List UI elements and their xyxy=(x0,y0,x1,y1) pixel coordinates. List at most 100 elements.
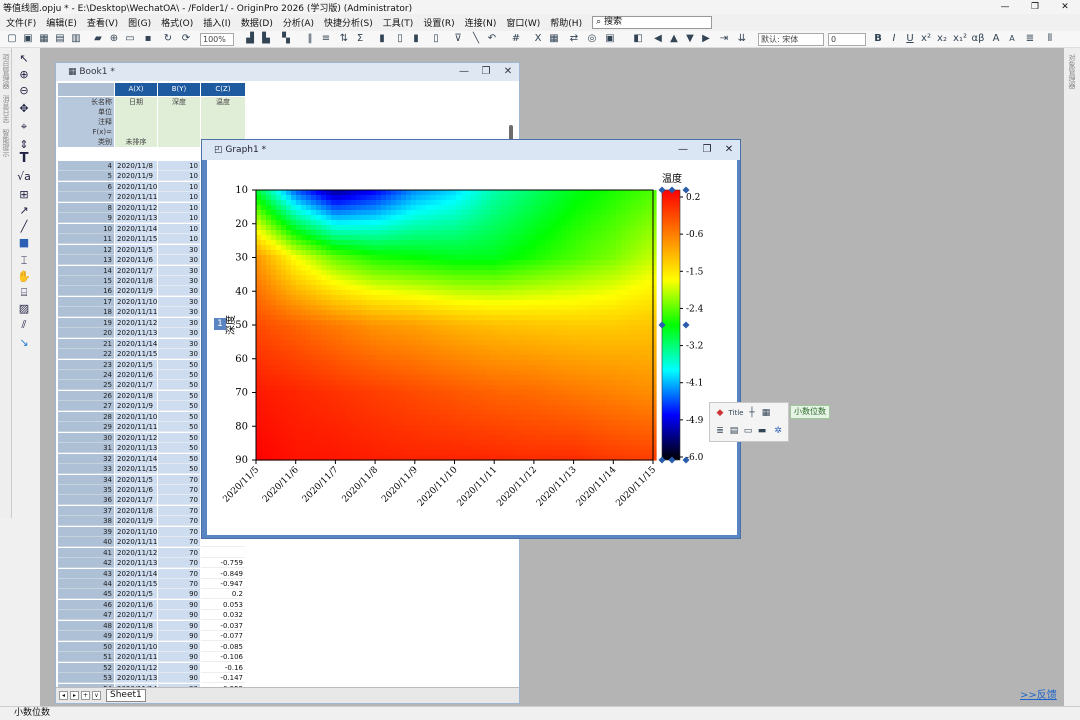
row-header[interactable]: 8 xyxy=(58,202,114,213)
label-cell-b[interactable]: 深度 xyxy=(158,97,200,107)
row-header[interactable]: 44 xyxy=(58,579,114,589)
depth-cell[interactable]: 50 xyxy=(158,401,200,412)
date-cell[interactable]: 2020/11/12 xyxy=(115,662,157,673)
date-cell[interactable]: 2020/11/11 xyxy=(115,192,157,203)
label-cell-a[interactable] xyxy=(115,127,157,137)
date-cell[interactable]: 2020/11/11 xyxy=(115,307,157,318)
depth-cell[interactable]: 10 xyxy=(158,213,200,224)
row-header[interactable]: 19 xyxy=(58,317,114,328)
date-cell[interactable]: 2020/11/11 xyxy=(115,422,157,433)
row-header[interactable]: 33 xyxy=(58,464,114,475)
import-icon[interactable]: ⊕ xyxy=(108,33,120,45)
arrow-left-icon[interactable]: ◀ xyxy=(652,33,664,45)
row-header[interactable]: 53 xyxy=(58,673,114,684)
date-cell[interactable]: 2020/11/9 xyxy=(115,631,157,642)
column-header-b[interactable]: B(Y) xyxy=(158,83,200,96)
sheet-list-button[interactable]: ∨ xyxy=(92,691,101,700)
depth-cell[interactable]: 50 xyxy=(158,359,200,370)
depth-cell[interactable]: 10 xyxy=(158,202,200,213)
curve-icon[interactable]: ⫽ xyxy=(16,318,32,332)
menu-tools[interactable]: 工具(T) xyxy=(383,16,414,29)
statistics-icon[interactable]: Σ xyxy=(354,33,366,45)
label-cell-a[interactable] xyxy=(115,117,157,127)
sort-icon[interactable]: ⇅ xyxy=(338,33,350,45)
row-header[interactable]: 13 xyxy=(58,255,114,266)
temperature-cell[interactable]: -0.759 xyxy=(201,558,245,569)
row-header[interactable]: 34 xyxy=(58,474,114,485)
label-cell-b[interactable] xyxy=(158,107,200,117)
date-cell[interactable]: 2020/11/14 xyxy=(115,223,157,234)
recalculate-icon[interactable]: ↻ xyxy=(162,33,174,45)
row-header[interactable]: 15 xyxy=(58,275,114,286)
font-name-select[interactable]: 默认: 宋体 xyxy=(758,33,824,46)
menu-connect[interactable]: 连接(N) xyxy=(465,16,497,29)
temperature-cell[interactable]: -0.106 xyxy=(201,652,245,663)
date-cell[interactable]: 2020/11/5 xyxy=(115,589,157,600)
depth-cell[interactable]: 10 xyxy=(158,161,200,171)
row-header[interactable]: 30 xyxy=(58,432,114,443)
row-header[interactable]: 43 xyxy=(58,568,114,579)
depth-cell[interactable]: 30 xyxy=(158,265,200,276)
date-cell[interactable]: 2020/11/6 xyxy=(115,255,157,266)
sheet-prev-button[interactable]: ◂ xyxy=(59,691,68,700)
add-graph-icon[interactable]: ▟ xyxy=(244,33,256,45)
arrow-icon[interactable]: ↗ xyxy=(16,204,32,218)
depth-cell[interactable]: 30 xyxy=(158,275,200,286)
columns-icon[interactable]: ⦀ xyxy=(1044,33,1056,45)
workbook-minimize-button[interactable]: — xyxy=(454,63,474,81)
date-cell[interactable]: 2020/11/10 xyxy=(115,641,157,652)
temperature-cell[interactable]: 0.2 xyxy=(201,589,245,600)
pan-icon[interactable]: ✥ xyxy=(16,102,32,116)
depth-cell[interactable]: 70 xyxy=(158,474,200,485)
depth-cell[interactable]: 50 xyxy=(158,380,200,391)
excel-icon[interactable]: X xyxy=(532,33,544,45)
layout-icon[interactable]: ▤ xyxy=(728,425,740,437)
date-cell[interactable]: 2020/11/10 xyxy=(115,296,157,307)
color-icon[interactable]: ◆ xyxy=(714,407,726,419)
depth-cell[interactable]: 30 xyxy=(158,255,200,266)
row-header[interactable]: 9 xyxy=(58,213,114,224)
temperature-cell[interactable]: 0.053 xyxy=(201,599,245,610)
depth-cell[interactable]: 10 xyxy=(158,192,200,203)
corner-cell[interactable] xyxy=(58,83,114,96)
rotate-icon[interactable]: ↶ xyxy=(486,33,498,45)
depth-cell[interactable]: 50 xyxy=(158,453,200,464)
subscript-button[interactable]: x₂ xyxy=(936,33,948,45)
depth-cell[interactable]: 50 xyxy=(158,390,200,401)
date-cell[interactable]: 2020/11/10 xyxy=(115,411,157,422)
row-header[interactable]: 11 xyxy=(58,234,114,245)
label-cell-b[interactable] xyxy=(158,117,200,127)
ruler-icon[interactable]: ▭ xyxy=(742,425,754,437)
graph-title-bar[interactable]: ◰ Graph1 * — ❐ ✕ xyxy=(202,140,740,160)
date-cell[interactable]: 2020/11/8 xyxy=(115,390,157,401)
row-header[interactable]: 40 xyxy=(58,537,114,548)
table-icon[interactable]: ▦ xyxy=(548,33,560,45)
messages-log-tab[interactable]: 消息日志 xyxy=(1,95,11,123)
depth-cell[interactable]: 30 xyxy=(158,296,200,307)
text-align-icon[interactable]: ≣ xyxy=(1024,33,1036,45)
label-cell-c[interactable]: 温度 xyxy=(201,97,245,107)
pointer-icon[interactable]: ↖ xyxy=(16,52,32,66)
date-cell[interactable]: 2020/11/5 xyxy=(115,359,157,370)
date-cell[interactable]: 2020/11/10 xyxy=(115,526,157,537)
row-header[interactable]: 32 xyxy=(58,453,114,464)
temperature-cell[interactable] xyxy=(201,547,245,558)
underline-button[interactable]: U xyxy=(904,33,916,45)
align-icon[interactable]: ≡ xyxy=(320,33,332,45)
depth-cell[interactable]: 90 xyxy=(158,631,200,642)
row-header[interactable]: 37 xyxy=(58,505,114,516)
depth-cell[interactable]: 90 xyxy=(158,673,200,684)
date-cell[interactable]: 2020/11/14 xyxy=(115,568,157,579)
italic-button[interactable]: I xyxy=(888,33,900,45)
date-cell[interactable]: 2020/11/15 xyxy=(115,349,157,360)
menu-help[interactable]: 帮助(H) xyxy=(550,16,582,29)
row-header[interactable]: 25 xyxy=(58,380,114,391)
supersubscript-button[interactable]: x₁² xyxy=(952,33,968,45)
depth-cell[interactable]: 50 xyxy=(158,411,200,422)
row-header[interactable]: 42 xyxy=(58,558,114,569)
label-cell-c[interactable] xyxy=(201,107,245,117)
depth-cell[interactable]: 30 xyxy=(158,244,200,255)
depth-cell[interactable]: 90 xyxy=(158,662,200,673)
panel-icon[interactable]: ◧ xyxy=(632,33,644,45)
row-header[interactable]: 21 xyxy=(58,338,114,349)
